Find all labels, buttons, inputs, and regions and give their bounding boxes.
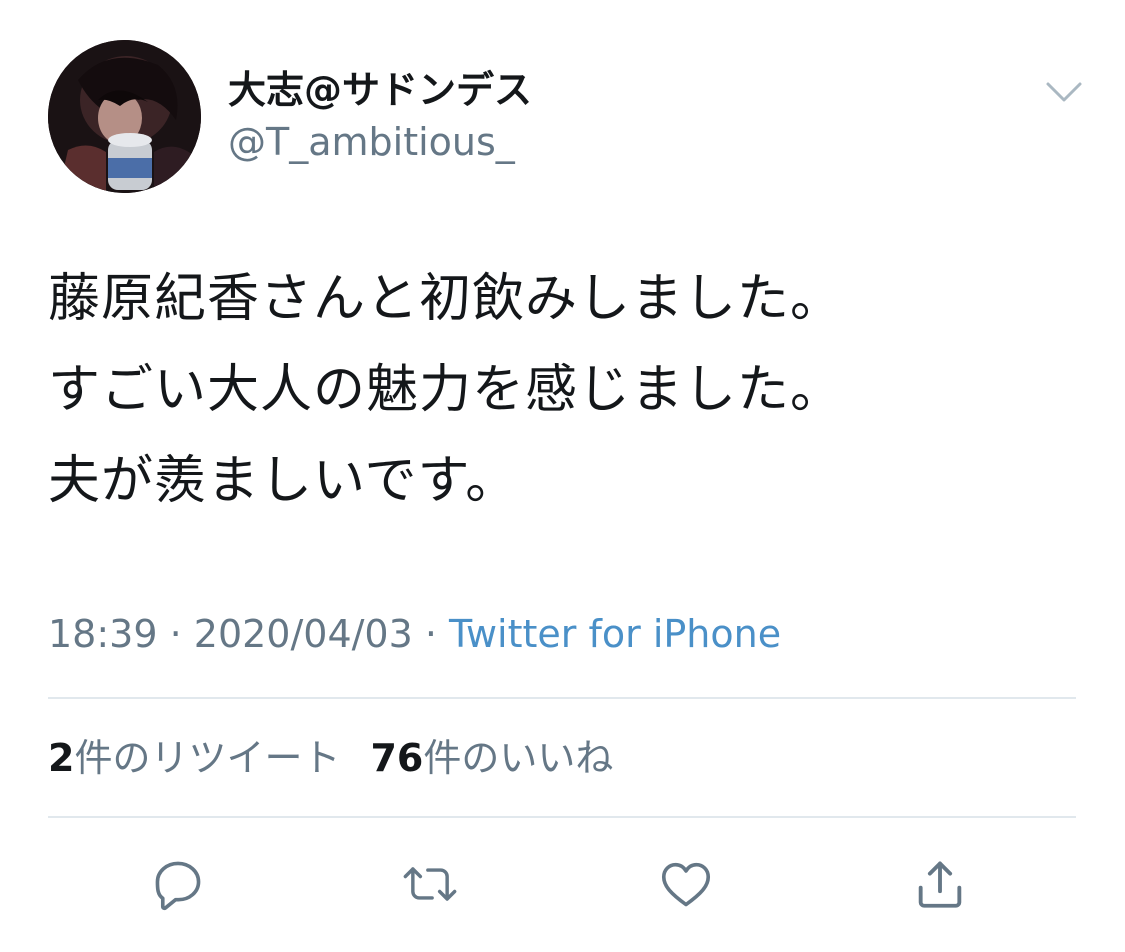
tweet-time: 18:39 xyxy=(48,612,158,656)
tweet-line: 夫が羨ましいです。 xyxy=(48,451,519,511)
retweet-icon xyxy=(403,867,457,901)
avatar[interactable] xyxy=(48,40,201,193)
tweet-stats: 2件のリツイート 76件のいいね xyxy=(48,732,613,784)
tweet-line: 藤原紀香さんと初飲みしました。 xyxy=(48,269,844,329)
meta-separator: · xyxy=(412,612,450,656)
retweets-count: 2 xyxy=(48,736,75,780)
tweet-meta: 18:39 · 2020/04/03 · Twitter for iPhone xyxy=(48,608,781,660)
like-button[interactable] xyxy=(656,854,716,914)
handle[interactable]: @T_ambitious_ xyxy=(228,116,532,168)
tweet-text: 藤原紀香さんと初飲みしました。 すごい大人の魅力を感じました。 夫が羨ましいです… xyxy=(48,254,1078,527)
likes-stat[interactable]: 76件のいいね xyxy=(370,736,613,780)
likes-count: 76 xyxy=(370,736,424,780)
likes-label: 件のいいね xyxy=(423,736,614,780)
meta-separator: · xyxy=(157,612,194,656)
heart-icon xyxy=(661,862,711,907)
retweet-button[interactable] xyxy=(400,854,460,914)
tweet-detail: 大志@サドンデス @T_ambitious_ 藤原紀香さんと初飲みしました。 す… xyxy=(0,0,1125,952)
more-button[interactable] xyxy=(1040,74,1088,110)
chevron-down-icon xyxy=(1046,82,1082,102)
author-block[interactable]: 大志@サドンデス @T_ambitious_ xyxy=(228,64,532,168)
share-button[interactable] xyxy=(910,854,970,914)
tweet-source-link[interactable]: Twitter for iPhone xyxy=(449,612,781,656)
reply-icon xyxy=(155,861,201,911)
share-icon xyxy=(918,861,962,908)
reply-button[interactable] xyxy=(148,854,208,914)
tweet-line: すごい大人の魅力を感じました。 xyxy=(48,360,844,420)
tweet-date: 2020/04/03 xyxy=(193,612,413,656)
divider xyxy=(48,816,1076,818)
divider xyxy=(48,697,1076,699)
retweets-label: 件のリツイート xyxy=(74,736,341,780)
avatar-image xyxy=(48,40,201,193)
display-name[interactable]: 大志@サドンデス xyxy=(228,64,532,116)
retweets-stat[interactable]: 2件のリツイート xyxy=(48,736,340,780)
